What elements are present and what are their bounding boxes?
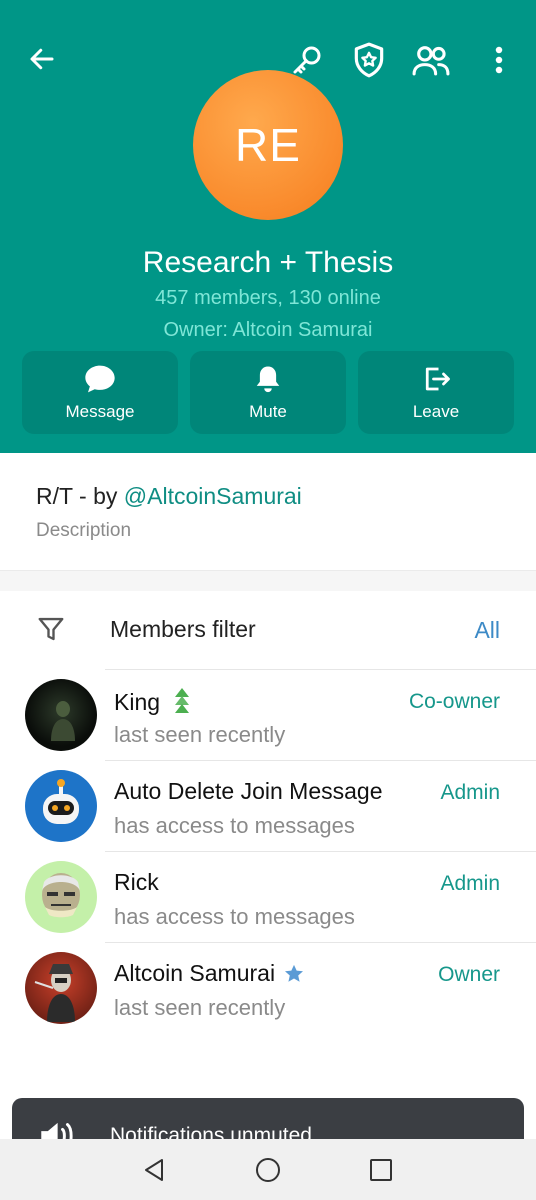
member-status: has access to messages <box>114 813 355 838</box>
member-name: Altcoin Samurai <box>114 960 305 987</box>
member-name-text: King <box>114 688 161 715</box>
filter-icon <box>38 617 64 641</box>
nav-back-icon[interactable] <box>135 1151 173 1189</box>
avatar <box>25 861 97 933</box>
group-header: RE Research + Thesis 457 members, 130 on… <box>0 0 536 453</box>
avatar <box>25 952 97 1024</box>
message-button-label: Message <box>65 401 135 421</box>
description-link[interactable]: @AltcoinSamurai <box>124 483 302 509</box>
group-avatar[interactable]: RE <box>193 70 343 220</box>
back-arrow-icon[interactable] <box>18 35 66 83</box>
nav-recents-icon[interactable] <box>362 1151 400 1189</box>
member-role: Admin <box>440 781 500 804</box>
more-vertical-icon[interactable] <box>475 36 523 84</box>
description-text: R/T - by @AltcoinSamurai <box>36 483 302 510</box>
description-prefix: R/T - by <box>36 483 124 509</box>
members-filter-row[interactable]: Members filter All <box>0 591 536 669</box>
tree-badge-icon <box>175 688 190 713</box>
member-count: 457 members, 130 online <box>155 287 381 309</box>
mute-button-label: Mute <box>249 401 287 421</box>
description-label: Description <box>36 520 132 541</box>
member-role: Admin <box>440 872 500 895</box>
leave-button[interactable]: Leave <box>358 351 514 434</box>
member-row-auto-delete[interactable]: Auto Delete Join Message has access to m… <box>0 760 536 851</box>
shield-star-icon[interactable] <box>345 36 393 84</box>
star-badge-icon <box>285 964 304 982</box>
member-name: Auto Delete Join Message <box>114 778 383 804</box>
section-divider <box>0 571 536 591</box>
nav-home-icon[interactable] <box>249 1151 287 1189</box>
avatar <box>25 679 97 751</box>
chat-bubble-icon <box>85 365 115 392</box>
member-name: King <box>114 687 192 717</box>
owner-line[interactable]: Owner: Altcoin Samurai <box>0 319 536 342</box>
member-role: Co-owner <box>408 690 500 713</box>
bell-icon <box>256 366 280 392</box>
mute-button[interactable]: Mute <box>190 351 346 434</box>
members-filter-label: Members filter <box>110 616 256 642</box>
member-row-king[interactable]: King last seen recently Co-owner <box>0 669 536 760</box>
member-name: Rick <box>114 869 159 895</box>
message-button[interactable]: Message <box>22 351 178 434</box>
member-status: has access to messages <box>114 904 355 929</box>
member-row-rick[interactable]: Rick has access to messages Admin <box>0 851 536 942</box>
group-avatar-initials: RE <box>235 119 301 171</box>
group-title: Research + Thesis <box>142 246 394 279</box>
leave-button-label: Leave <box>412 401 460 421</box>
exit-icon <box>425 367 450 390</box>
member-name-text: Altcoin Samurai <box>114 960 276 986</box>
people-icon[interactable] <box>407 36 455 84</box>
description-section: R/T - by @AltcoinSamurai Description <box>0 453 536 571</box>
members-filter-value[interactable]: All <box>474 617 500 644</box>
member-role: Owner <box>438 963 500 986</box>
member-status: last seen recently <box>114 995 286 1020</box>
member-status: last seen recently <box>114 722 286 747</box>
system-nav-bar <box>0 1139 536 1200</box>
avatar <box>25 770 97 842</box>
member-row-altcoin-samurai[interactable]: Altcoin Samurai last seen recently Owner <box>0 942 536 1033</box>
